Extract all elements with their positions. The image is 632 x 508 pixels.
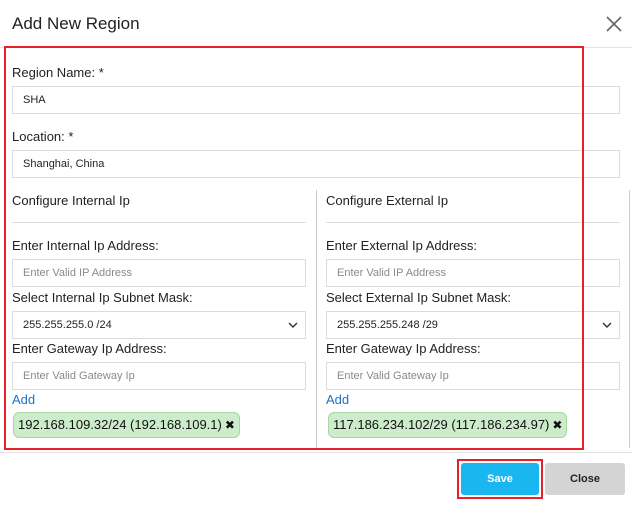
external-ip-chip: 117.186.234.102/29 (117.186.234.97) ✖ bbox=[328, 412, 568, 438]
column-divider bbox=[316, 190, 317, 448]
remove-chip-icon[interactable]: ✖ bbox=[225, 413, 235, 437]
external-gateway-label: Enter Gateway Ip Address: bbox=[326, 341, 481, 356]
modal-title: Add New Region bbox=[12, 14, 140, 33]
external-mask-select[interactable]: 255.255.255.248 /29 bbox=[326, 311, 620, 339]
close-button[interactable]: Close bbox=[545, 463, 625, 495]
internal-mask-value: 255.255.255.0 /24 bbox=[23, 319, 112, 331]
location-input[interactable]: Shanghai, China bbox=[12, 150, 620, 178]
internal-mask-select[interactable]: 255.255.255.0 /24 bbox=[12, 311, 306, 339]
close-icon[interactable] bbox=[602, 12, 626, 36]
external-section-title: Configure External Ip bbox=[326, 193, 449, 208]
internal-gateway-input[interactable]: Enter Valid Gateway Ip bbox=[12, 362, 306, 390]
save-button[interactable]: Save bbox=[461, 463, 539, 495]
right-edge-divider bbox=[629, 190, 630, 448]
internal-ip-input[interactable]: Enter Valid IP Address bbox=[12, 259, 306, 287]
internal-chip-text: 192.168.109.32/24 (192.168.109.1) bbox=[18, 417, 222, 432]
external-section-rule bbox=[326, 222, 620, 223]
footer-divider bbox=[0, 452, 632, 453]
remove-chip-icon[interactable]: ✖ bbox=[552, 413, 562, 437]
external-chip-text: 117.186.234.102/29 (117.186.234.97) bbox=[333, 417, 550, 432]
modal-header: Add New Region bbox=[0, 0, 632, 48]
external-ip-input[interactable]: Enter Valid IP Address bbox=[326, 259, 620, 287]
internal-add-link[interactable]: Add bbox=[12, 392, 35, 407]
location-label: Location: * bbox=[12, 129, 74, 144]
chevron-down-icon bbox=[287, 319, 299, 331]
external-mask-value: 255.255.255.248 /29 bbox=[337, 319, 438, 331]
region-name-label: Region Name: * bbox=[12, 65, 104, 80]
internal-section-title: Configure Internal Ip bbox=[12, 193, 130, 208]
external-mask-label: Select External Ip Subnet Mask: bbox=[326, 290, 511, 305]
internal-ip-label: Enter Internal Ip Address: bbox=[12, 238, 159, 253]
external-gateway-input[interactable]: Enter Valid Gateway Ip bbox=[326, 362, 620, 390]
internal-ip-chip: 192.168.109.32/24 (192.168.109.1) ✖ bbox=[13, 412, 240, 438]
chevron-down-icon bbox=[601, 319, 613, 331]
external-ip-label: Enter External Ip Address: bbox=[326, 238, 478, 253]
external-add-link[interactable]: Add bbox=[326, 392, 349, 407]
internal-gateway-label: Enter Gateway Ip Address: bbox=[12, 341, 167, 356]
region-name-input[interactable]: SHA bbox=[12, 86, 620, 114]
internal-mask-label: Select Internal Ip Subnet Mask: bbox=[12, 290, 193, 305]
internal-section-rule bbox=[12, 222, 306, 223]
